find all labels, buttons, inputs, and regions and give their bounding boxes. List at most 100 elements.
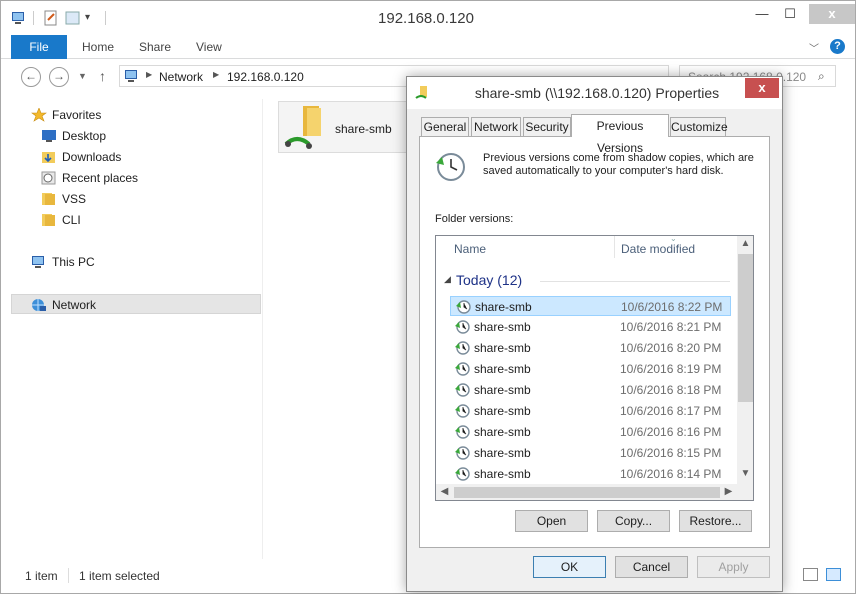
scroll-down-icon[interactable]: ▼ <box>737 468 753 479</box>
downloads-folder-icon <box>41 150 57 164</box>
close-button[interactable]: x <box>809 4 855 24</box>
tab-general[interactable]: General <box>421 117 469 137</box>
recent-locations-icon[interactable]: ▼ <box>78 71 87 81</box>
tab-previous-versions[interactable]: Previous Versions <box>571 114 669 155</box>
open-button[interactable]: Open <box>515 510 588 532</box>
network-computer-icon <box>124 69 140 86</box>
tab-file[interactable]: File <box>11 35 67 59</box>
version-name: share-smb <box>474 383 531 397</box>
this-pc-icon <box>31 255 47 269</box>
chevron-right-icon: ▶ <box>146 70 153 79</box>
scroll-left-icon[interactable]: ◀ <box>436 486 453 497</box>
breadcrumb-network[interactable]: Network <box>159 70 203 84</box>
version-row[interactable]: share-smb 10/6/2016 8:18 PM <box>450 380 731 400</box>
ok-button[interactable]: OK <box>533 556 606 578</box>
nav-item-label: VSS <box>62 192 87 206</box>
version-date: 10/6/2016 8:18 PM <box>620 383 722 397</box>
version-row[interactable]: share-smb 10/6/2016 8:16 PM <box>450 422 731 442</box>
version-folder-icon <box>454 382 470 398</box>
nav-item-label: Recent places <box>62 171 139 185</box>
tab-share[interactable]: Share <box>126 35 184 59</box>
version-folder-icon <box>454 466 470 482</box>
tab-security[interactable]: Security <box>523 117 571 137</box>
maximize-button[interactable]: ☐ <box>777 4 803 24</box>
version-date: 10/6/2016 8:20 PM <box>620 341 722 355</box>
version-row[interactable]: share-smb 10/6/2016 8:21 PM <box>450 317 731 337</box>
scroll-up-icon[interactable]: ▲ <box>737 238 753 249</box>
forward-button[interactable]: → <box>49 67 69 87</box>
restore-button[interactable]: Restore... <box>679 510 752 532</box>
version-name: share-smb <box>474 425 531 439</box>
version-date: 10/6/2016 8:14 PM <box>620 467 722 481</box>
shared-folder-icon <box>415 85 431 104</box>
version-row[interactable]: share-smb 10/6/2016 8:15 PM <box>450 443 731 463</box>
version-date: 10/6/2016 8:16 PM <box>620 425 722 439</box>
collapse-group-icon[interactable]: ◢ <box>444 274 451 285</box>
search-icon[interactable]: ⌕ <box>818 69 825 84</box>
shared-folder-icon <box>283 104 327 153</box>
group-divider <box>540 281 730 282</box>
folder-icon <box>41 192 57 206</box>
version-folder-icon <box>454 340 470 356</box>
properties-icon[interactable] <box>43 10 59 26</box>
status-item-count: 1 item <box>25 569 58 583</box>
version-name: share-smb <box>475 300 532 314</box>
cancel-button[interactable]: Cancel <box>615 556 688 578</box>
copy-button[interactable]: Copy... <box>597 510 670 532</box>
column-header-name[interactable]: Name <box>454 242 486 256</box>
nav-item-label: Desktop <box>62 129 107 143</box>
customize-qat-icon[interactable]: ▾ <box>85 10 101 26</box>
details-view-icon[interactable] <box>803 568 818 581</box>
version-name: share-smb <box>474 404 531 418</box>
star-icon <box>31 107 47 122</box>
version-row[interactable]: share-smb 10/6/2016 8:22 PM <box>450 296 731 316</box>
version-date: 10/6/2016 8:17 PM <box>620 404 722 418</box>
computer-icon[interactable] <box>11 10 27 26</box>
minimize-button[interactable]: — <box>749 4 775 24</box>
tab-network[interactable]: Network <box>471 117 521 137</box>
version-date: 10/6/2016 8:21 PM <box>620 320 722 334</box>
tab-customize[interactable]: Customize <box>670 117 728 137</box>
dialog-close-button[interactable]: x <box>745 78 779 98</box>
up-arrow-icon[interactable]: ↑ <box>99 68 106 84</box>
version-row[interactable]: share-smb 10/6/2016 8:17 PM <box>450 401 731 421</box>
version-name: share-smb <box>474 362 531 376</box>
expand-ribbon-icon[interactable]: ﹀ <box>809 40 819 55</box>
item-label: share-smb <box>335 122 392 136</box>
horizontal-scroll-thumb[interactable] <box>454 487 720 498</box>
new-folder-icon[interactable] <box>65 10 81 26</box>
version-name: share-smb <box>474 467 531 481</box>
version-folder-icon <box>455 299 471 315</box>
group-header-today[interactable]: Today (12) <box>456 272 522 288</box>
back-button[interactable]: ← <box>21 67 41 87</box>
column-header-date[interactable]: Date modified <box>621 242 695 256</box>
breadcrumb-host[interactable]: 192.168.0.120 <box>227 70 304 84</box>
version-row[interactable]: share-smb 10/6/2016 8:20 PM <box>450 338 731 358</box>
folder-icon <box>41 213 57 227</box>
dialog-title-bar: share-smb (\\192.168.0.120) Properties x <box>407 77 782 109</box>
version-date: 10/6/2016 8:19 PM <box>620 362 722 376</box>
large-icons-view-icon[interactable] <box>826 568 841 581</box>
vertical-scroll-thumb[interactable] <box>738 254 753 402</box>
nav-item-label: Network <box>52 298 97 312</box>
version-row[interactable]: share-smb 10/6/2016 8:14 PM <box>450 464 731 484</box>
apply-button[interactable]: Apply <box>697 556 770 578</box>
desktop-icon <box>41 129 57 143</box>
version-row[interactable]: share-smb 10/6/2016 8:19 PM <box>450 359 731 379</box>
column-separator[interactable] <box>614 236 615 258</box>
scroll-right-icon[interactable]: ▶ <box>720 486 737 497</box>
folder-versions-label: Folder versions: <box>435 213 514 225</box>
recent-places-icon <box>41 171 57 185</box>
title-bar: ▾ 192.168.0.120 — ☐ x <box>1 1 855 35</box>
version-folder-icon <box>454 445 470 461</box>
versions-list[interactable]: Name Date modified ⌄ ◢ Today (12) share-… <box>435 235 754 501</box>
help-icon[interactable]: ? <box>830 39 845 54</box>
network-globe-icon <box>31 298 47 312</box>
version-folder-icon <box>454 424 470 440</box>
tab-view[interactable]: View <box>183 35 235 59</box>
tab-home[interactable]: Home <box>69 35 127 59</box>
chevron-right-icon: ▶ <box>213 70 220 79</box>
nav-network-selected[interactable]: Network <box>11 294 261 314</box>
file-item-share-smb[interactable]: share-smb <box>278 101 408 153</box>
navigation-pane: Favorites Desktop Downloads Recent place… <box>11 99 263 559</box>
